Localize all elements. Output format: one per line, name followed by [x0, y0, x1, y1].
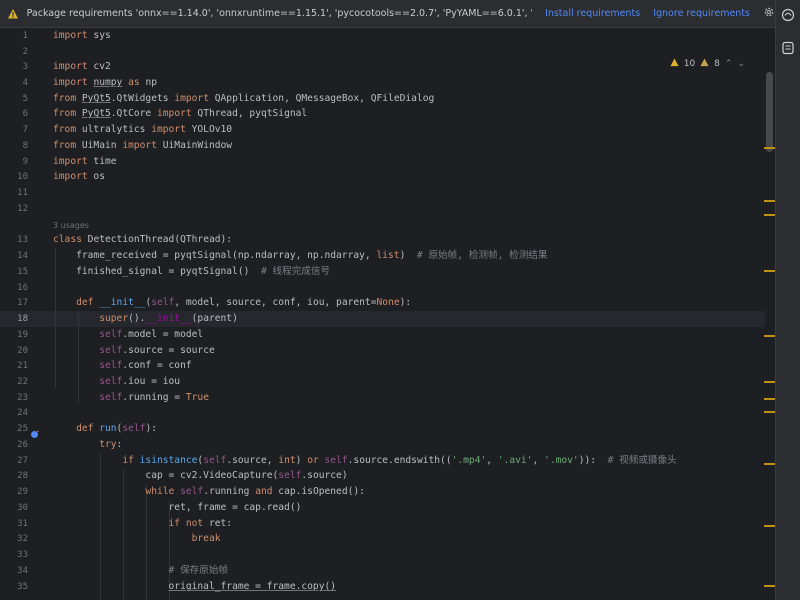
line-number: 33	[17, 550, 28, 560]
line-number: 14	[17, 251, 28, 261]
line-number: 31	[17, 519, 28, 529]
line-number: 27	[17, 456, 28, 466]
line-number-current: 18	[17, 314, 28, 324]
code-line: from UiMain import UiMainWindow	[53, 140, 233, 151]
weak-warning-icon	[700, 58, 709, 70]
line-number: 16	[17, 283, 28, 293]
banner-message: Package requirements 'onnx==1.14.0', 'on…	[26, 8, 532, 19]
line-number: 11	[17, 188, 28, 198]
line-number-gutter[interactable]: 1 3 2 4 5 6 7 8 9 10 11 12 13 14 15 16 1…	[0, 28, 44, 600]
code-line: def run(self):	[76, 423, 157, 434]
code-line: # 保存原始帧	[168, 565, 229, 576]
line-number: 12	[17, 204, 28, 214]
code-line: frame_received = pyqtSignal(np.ndarray, …	[76, 250, 548, 261]
code-line: class DetectionThread(QThread):	[53, 234, 233, 245]
line-number: 21	[17, 361, 28, 371]
code-line: import numpy as np	[53, 77, 157, 88]
line-number: 29	[17, 487, 28, 497]
vertical-scrollbar[interactable]	[766, 72, 773, 152]
line-number: 5	[22, 94, 28, 104]
code-line-current: super().__init__(parent)	[99, 313, 238, 324]
line-number: 19	[17, 330, 28, 340]
warning-marker[interactable]	[764, 200, 775, 202]
line-number: 17	[17, 298, 28, 308]
line-number: 20	[17, 346, 28, 356]
code-line: self.conf = conf	[99, 360, 192, 371]
code-line: while self.running and cap.isOpened():	[145, 486, 365, 497]
warning-icon	[7, 7, 21, 21]
usages-hint[interactable]: 3 usages	[53, 221, 89, 230]
weak-warning-count: 8	[714, 59, 720, 69]
line-number: 1	[22, 31, 28, 41]
line-number: 4	[22, 78, 28, 88]
line-number: 28	[17, 471, 28, 481]
code-line: try:	[99, 439, 123, 450]
code-line: from ultralytics import YOLOv10	[53, 124, 233, 135]
line-number: 30	[17, 503, 28, 513]
code-line: from PyQt5.QtWidgets import QApplication…	[53, 93, 435, 104]
warning-marker[interactable]	[764, 270, 775, 272]
code-line: self.model = model	[99, 329, 204, 340]
line-number: 15	[17, 267, 28, 277]
chevron-up-icon[interactable]: ⌃	[725, 59, 733, 69]
package-requirements-banner: Package requirements 'onnx==1.14.0', 'on…	[0, 0, 775, 28]
override-gutter-icon[interactable]	[30, 424, 40, 443]
chevron-down-icon[interactable]: ⌄	[737, 59, 745, 69]
line-number: 10	[17, 172, 28, 182]
line-number: 6	[22, 109, 28, 119]
warning-marker[interactable]	[764, 381, 775, 383]
line-number: 7	[22, 125, 28, 135]
warning-marker[interactable]	[764, 411, 775, 413]
code-line: if isinstance(self.source, int) or self.…	[122, 455, 677, 466]
warning-marker[interactable]	[764, 214, 775, 216]
code-line: self.source = source	[99, 345, 215, 356]
warning-marker[interactable]	[764, 463, 775, 465]
line-number: 34	[17, 566, 28, 576]
code-line: original_frame = frame.copy()	[168, 581, 337, 592]
code-line: def __init__(self, model, source, conf, …	[76, 297, 412, 308]
warning-marker[interactable]	[764, 335, 775, 337]
code-line: cap = cv2.VideoCapture(self.source)	[145, 470, 348, 481]
code-line: from PyQt5.QtCore import QThread, pyqtSi…	[53, 108, 308, 119]
warning-count: 10	[683, 59, 696, 69]
ai-assistant-icon[interactable]	[781, 7, 795, 22]
code-line: import cv2	[53, 61, 111, 72]
gear-icon[interactable]	[763, 6, 775, 21]
code-line: finished_signal = pyqtSignal() # 线程完成信号	[76, 266, 331, 277]
install-requirements-link[interactable]: Install requirements	[545, 8, 640, 19]
line-number: 9	[22, 157, 28, 167]
code-line: import time	[53, 156, 117, 167]
line-number: 13	[17, 235, 28, 245]
line-number: 2	[22, 47, 28, 57]
code-line: if not ret:	[168, 518, 233, 529]
notifications-icon[interactable]	[781, 40, 795, 55]
code-editor[interactable]: 10 8 ⌃ ⌄ 1 3 2 4 5 6 7 8 9 10 11 12 13 1…	[0, 28, 775, 600]
line-number: 24	[17, 408, 28, 418]
code-line: break	[191, 533, 221, 544]
line-number: 23	[17, 393, 28, 403]
warning-icon	[670, 58, 679, 70]
line-number: 35	[17, 582, 28, 592]
code-line: import os	[53, 171, 105, 182]
inspection-widget[interactable]: 10 8 ⌃ ⌄	[670, 58, 745, 70]
warning-marker[interactable]	[764, 585, 775, 587]
line-number: 26	[17, 440, 28, 450]
line-number: 8	[22, 141, 28, 151]
code-line: ret, frame = cap.read()	[168, 502, 302, 513]
warning-marker[interactable]	[764, 525, 775, 527]
line-number: 22	[17, 377, 28, 387]
ignore-requirements-link[interactable]: Ignore requirements	[653, 8, 750, 19]
right-tool-strip	[775, 0, 800, 600]
code-line: self.running = True	[99, 392, 209, 403]
code-line: self.iou = iou	[99, 376, 181, 387]
warning-marker[interactable]	[764, 147, 775, 149]
line-number: 32	[17, 534, 28, 544]
warning-marker[interactable]	[764, 398, 775, 400]
line-number: 25	[17, 424, 28, 434]
code-line: import sys	[53, 30, 111, 41]
line-number: 3	[22, 62, 28, 72]
